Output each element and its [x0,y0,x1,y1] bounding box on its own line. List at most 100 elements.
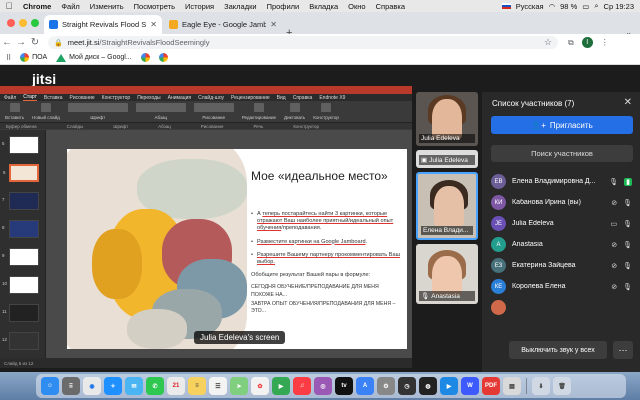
menu-item-file[interactable]: Файл [56,2,84,11]
menu-item-tab[interactable]: Вкладка [304,2,343,11]
participant-tile-dominant[interactable]: Елена Влади... [416,172,478,240]
participant-row[interactable]: ЕЗ Екатерина Зайцева ⊘ 🎙 [482,255,640,276]
menu-item-bookmarks[interactable]: Закладки [219,2,261,11]
bookmark-drive[interactable]: Мой диск – Googl... [56,53,132,62]
address-bar[interactable]: 🔒 meet.jit.si/StraightRevivalsFloodSeemi… [48,36,558,49]
chrome-icon[interactable]: ◉ [83,377,101,395]
launchpad-icon[interactable]: ⠿ [62,377,80,395]
camera-icon[interactable]: ▭ [610,220,617,228]
facetime-icon[interactable]: ▶ [272,377,290,395]
zoom-window-button[interactable] [31,19,39,27]
safari-icon[interactable]: ✧ [104,377,122,395]
tab-jitsi[interactable]: Straight Revivals Flood Se... ✕ [44,15,162,34]
video-person [434,186,464,226]
participant-row[interactable] [482,297,640,318]
more-options-button[interactable]: ⋯ [613,341,633,359]
mic-muted-icon[interactable]: 🎙 [623,199,632,207]
podcasts-icon[interactable]: ◎ [314,377,332,395]
participant-tile[interactable]: ▣ Julia Edeleva [416,150,478,168]
forward-icon[interactable]: → [14,37,28,48]
finder-icon[interactable]: ☺ [41,377,59,395]
app-store-icon[interactable]: A [356,377,374,395]
obs-icon[interactable]: ◍ [419,377,437,395]
mute-all-button[interactable]: Выключить звук у всех [509,341,607,359]
photos-icon[interactable]: ✿ [251,377,269,395]
mic-muted-icon[interactable]: 🎙 [623,220,632,228]
menu-item-history[interactable]: История [180,2,219,11]
keyboard-layout[interactable]: Русская [516,2,544,11]
menu-item-profiles[interactable]: Профили [262,2,305,11]
word-icon[interactable]: W [461,377,479,395]
extensions-icon[interactable]: ⧉ [568,38,574,48]
camera-off-icon[interactable]: ⊘ [611,241,617,249]
search-participants-input[interactable]: Поиск участников [491,145,633,162]
bookmark-poa[interactable]: ПОА [20,53,47,62]
search-icon[interactable]: ⌕ [594,1,598,11]
chrome-menu-icon[interactable]: ⋮ [601,38,609,47]
bookmark-google-1[interactable] [140,53,150,62]
profile-avatar[interactable]: I [581,37,593,48]
participant-tile[interactable]: Julia Edeleva [416,92,478,146]
preview-icon[interactable]: ▤ [503,377,521,395]
russian-flag-icon[interactable] [501,3,511,9]
downloads-icon[interactable]: ⬇ [532,377,550,395]
notes-icon[interactable]: ≡ [188,377,206,395]
reminders-icon[interactable]: ☰ [209,377,227,395]
mic-active-icon[interactable]: ▮ [624,177,632,186]
clock[interactable]: Ср 19:23 [604,2,634,11]
trash-icon[interactable]: 🗑 [553,377,571,395]
menu-item-edit[interactable]: Изменить [85,2,129,11]
menu-app-name[interactable]: Chrome [18,2,56,11]
camera-off-icon[interactable]: ⊘ [611,199,617,207]
shared-screen[interactable]: Файл Старт Вставка Рисование Конструктор… [0,86,412,368]
lock-icon[interactable]: 🔒 [54,39,63,47]
mic-muted-icon[interactable]: 🎙 [623,262,632,270]
participant-tile[interactable]: 🎙 Anastasia [416,244,478,304]
pdf-icon[interactable]: PDF [482,377,500,395]
mic-icon[interactable]: 🎙 [609,178,618,186]
battery-percent[interactable]: 98 % [560,2,577,11]
camera-off-icon[interactable]: ⊘ [611,262,617,270]
music-icon[interactable]: ♫ [293,377,311,395]
participant-row[interactable]: A Anastasia ⊘ 🎙 [482,234,640,255]
bookmark-google-2[interactable] [158,53,168,62]
messages-icon[interactable]: ✆ [146,377,164,395]
close-tab-icon[interactable]: ✕ [150,20,157,29]
participant-row[interactable]: ЕВ Елена Владимировна Д... 🎙 ▮ [482,171,640,192]
menu-item-help[interactable]: Справка [371,2,410,11]
camera-off-icon[interactable]: ⊘ [611,283,617,291]
menu-item-view[interactable]: Посмотреть [129,2,180,11]
apps-grid-icon[interactable]: ⠿ [6,54,11,62]
apple-tv-icon[interactable]: tv [335,377,353,395]
ribbon-designer: Конструктор [313,103,339,120]
dock-separator [526,378,527,394]
apple-icon[interactable]:  [0,1,18,11]
zoom-icon[interactable]: ▶ [440,377,458,395]
battery-icon[interactable]: ▭ [582,2,589,11]
calendar-icon[interactable]: 21 [167,377,185,395]
system-preferences-icon[interactable]: ⚙ [377,377,395,395]
close-window-button[interactable] [7,19,15,27]
back-icon[interactable]: ← [0,37,14,48]
invite-button[interactable]: 👤+ Пригласить [491,116,633,134]
participant-name: Julia Edeleva [512,220,554,227]
minimize-window-button[interactable] [19,19,27,27]
participant-status: ⊘ 🎙 [611,199,640,207]
close-tab-icon[interactable]: ✕ [270,20,277,29]
menu-item-window[interactable]: Окно [343,2,370,11]
mail-icon[interactable]: ✉ [125,377,143,395]
mic-muted-icon[interactable]: 🎙 [623,241,632,249]
participant-row[interactable]: КЕ Королева Елена ⊘ 🎙 [482,276,640,297]
tab-jamboard[interactable]: Eagle Eye - Google Jamboard ✕ [164,15,282,34]
reload-icon[interactable]: ↻ [28,37,42,48]
participant-row[interactable]: JE Julia Edeleva ▭ 🎙 [482,213,640,234]
participant-row[interactable]: КИ Кабанова Ирина (вы) ⊘ 🎙 [482,192,640,213]
mic-muted-icon: 🎙 [421,293,430,300]
pp-menu-item: Endnote X9 [319,94,346,101]
maps-icon[interactable]: ➤ [230,377,248,395]
close-pane-icon[interactable]: ✕ [624,97,632,108]
bookmark-star-icon[interactable]: ☆ [544,37,552,48]
mic-muted-icon[interactable]: 🎙 [623,283,632,291]
wifi-icon[interactable]: ◠ [549,2,556,11]
quicktime-icon[interactable]: ◷ [398,377,416,395]
